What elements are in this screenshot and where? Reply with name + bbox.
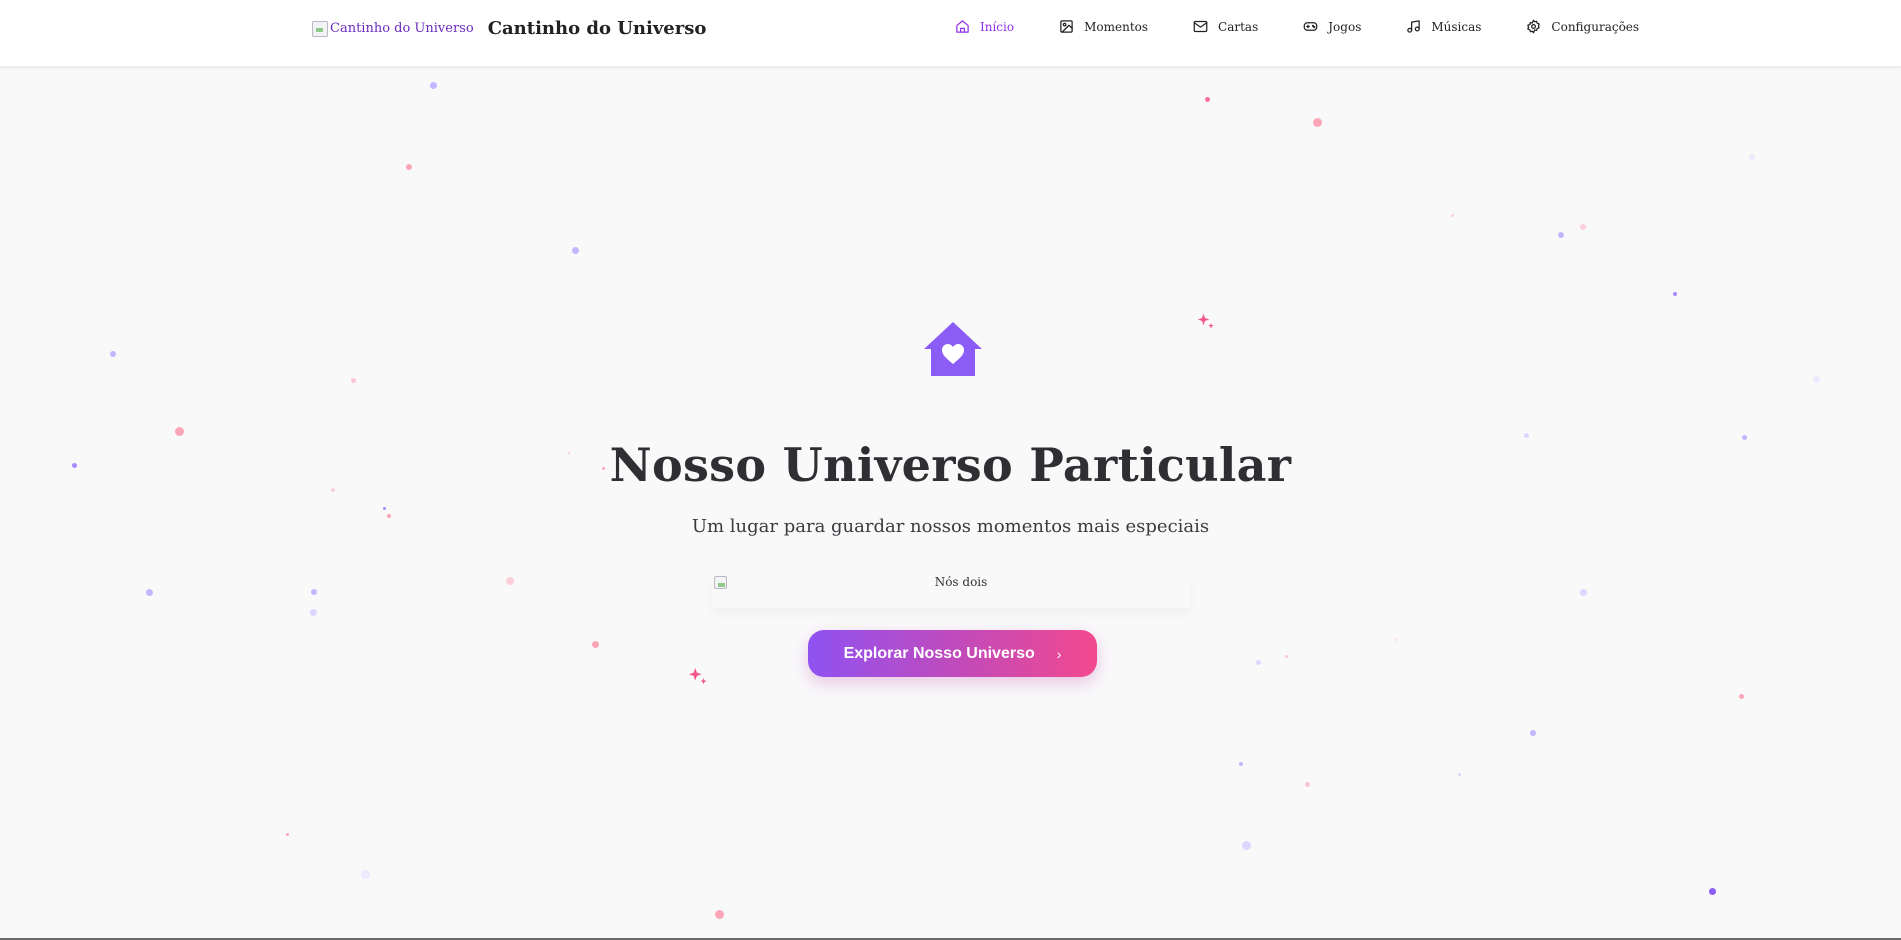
particle-dot — [572, 247, 579, 254]
nav-item-configuracoes[interactable]: Configurações — [1526, 19, 1639, 34]
explore-button[interactable]: Explorar Nosso Universo › — [808, 630, 1097, 677]
particle-dot — [1451, 214, 1454, 217]
particle-dot — [1580, 589, 1587, 596]
particle-dot — [1256, 660, 1261, 665]
particle-dot — [1285, 655, 1288, 658]
top-navigation-bar: Cantinho do Universo Cantinho do Univers… — [0, 0, 1901, 67]
home-heart-icon — [924, 322, 982, 376]
particle-dot — [351, 378, 356, 383]
particle-dot — [1458, 773, 1461, 776]
particle-dot — [310, 609, 317, 616]
particle-dot — [506, 577, 514, 585]
sparkle-icon — [688, 667, 707, 685]
particle-dot — [361, 870, 370, 879]
photo-alt-text: Nós dois — [934, 575, 988, 589]
particle-dot — [1313, 118, 1322, 127]
gamepad-icon — [1303, 22, 1318, 31]
particle-dot — [1673, 292, 1677, 296]
particle-dot — [715, 910, 724, 919]
particle-dot — [311, 589, 317, 595]
particle-dot — [1239, 762, 1243, 766]
sparkle-icon — [1197, 313, 1214, 329]
hero-subtitle: Um lugar para guardar nossos momentos ma… — [691, 516, 1210, 537]
nav-item-inicio[interactable]: Início — [955, 19, 1014, 34]
particle-dot — [1205, 97, 1210, 102]
particle-dot — [592, 641, 599, 648]
particle-dot — [1530, 730, 1536, 736]
mail-icon — [1193, 20, 1208, 33]
broken-image-icon — [312, 20, 328, 37]
particle-dot — [1749, 154, 1755, 160]
particle-dot — [1305, 782, 1310, 787]
particle-dot — [1394, 638, 1397, 641]
nav-label: Jogos — [1328, 19, 1362, 34]
particle-dot — [1739, 694, 1744, 699]
nav-item-momentos[interactable]: Momentos — [1059, 19, 1148, 34]
hero-title: Nosso Universo Particular — [609, 438, 1292, 492]
nav-label: Músicas — [1431, 19, 1482, 34]
chevron-right-icon: › — [1056, 645, 1062, 662]
nav-item-cartas[interactable]: Cartas — [1193, 19, 1258, 34]
explore-button-label: Explorar Nosso Universo — [843, 644, 1035, 662]
nav-label: Momentos — [1084, 19, 1149, 34]
nav-label: Configurações — [1551, 19, 1640, 34]
settings-icon — [1527, 19, 1541, 34]
image-icon — [1060, 20, 1073, 33]
particle-dot — [110, 351, 116, 357]
site-logo[interactable]: Cantinho do Universo — [312, 20, 474, 37]
particle-dot — [1709, 888, 1716, 895]
nav-item-musicas[interactable]: Músicas — [1406, 19, 1481, 34]
particle-dot — [383, 507, 386, 510]
nav-label: Cartas — [1218, 19, 1259, 34]
particle-dot — [1813, 376, 1820, 383]
couple-photo: Nós dois — [712, 574, 1190, 608]
particle-dot — [175, 427, 184, 436]
site-title[interactable]: Cantinho do Universo — [488, 18, 707, 39]
site-logo-alt-text: Cantinho do Universo — [330, 21, 474, 36]
particle-dot — [286, 833, 289, 836]
nav-item-jogos[interactable]: Jogos — [1303, 19, 1361, 34]
particle-dot — [406, 164, 412, 170]
particle-dot — [1580, 224, 1586, 230]
particle-dot — [146, 589, 153, 596]
particle-dot — [1242, 841, 1251, 850]
music-icon — [1407, 20, 1421, 33]
home-icon — [956, 20, 969, 33]
particle-dot — [430, 82, 437, 89]
particle-dot — [1558, 232, 1564, 238]
brand[interactable]: Cantinho do Universo Cantinho do Univers… — [312, 18, 706, 39]
main-nav: Início Momentos Cartas Jogos Músicas Con… — [955, 19, 1639, 34]
nav-label: Início — [980, 19, 1015, 34]
